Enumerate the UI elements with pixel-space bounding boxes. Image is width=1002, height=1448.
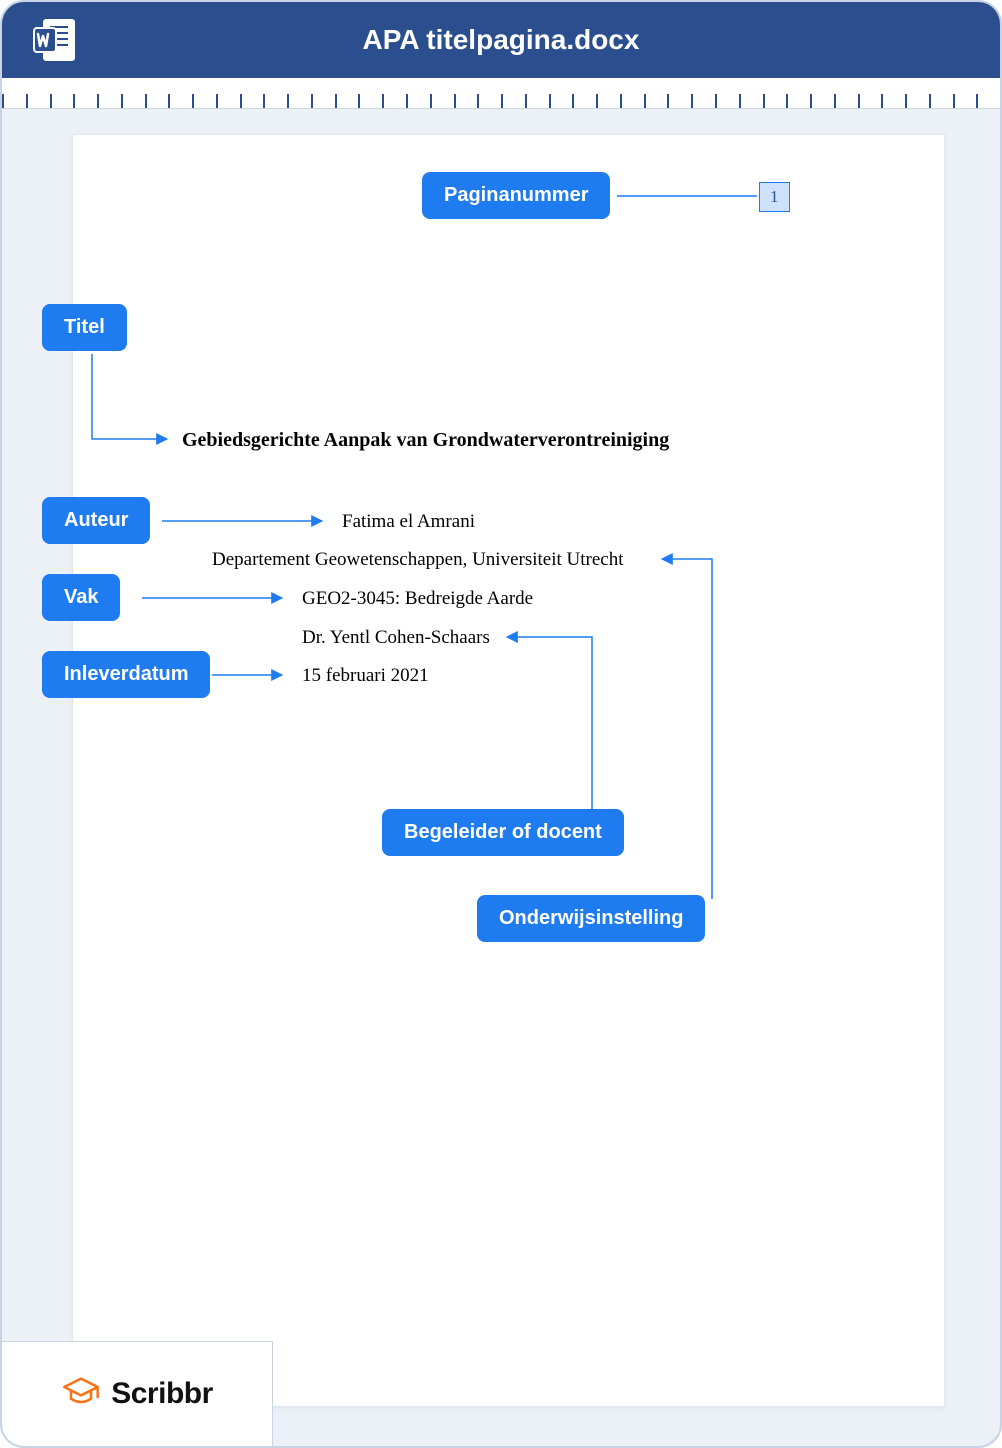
tag-page-number: Paginanummer: [422, 172, 610, 219]
document-page: [72, 134, 945, 1407]
document-title-text: Gebiedsgerichte Aanpak van Grondwaterver…: [182, 429, 669, 452]
title-bar: APA titelpagina.docx: [2, 2, 1000, 78]
tag-author: Auteur: [42, 497, 150, 544]
ruler: // ticks rendered below via repeated mar…: [2, 78, 1000, 109]
tag-institution: Onderwijsinstelling: [477, 895, 705, 942]
scribbr-cap-icon: [61, 1372, 101, 1417]
tag-supervisor: Begeleider of docent: [382, 809, 624, 856]
document-author-text: Fatima el Amrani: [342, 511, 475, 533]
document-due-date-text: 15 februari 2021: [302, 665, 429, 687]
document-supervisor-text: Dr. Yentl Cohen-Schaars: [302, 627, 490, 649]
document-canvas: Paginanummer Titel Auteur Vak Inleverdat…: [2, 109, 1000, 1447]
document-title: APA titelpagina.docx: [30, 24, 972, 56]
document-course-text: GEO2-3045: Bedreigde Aarde: [302, 588, 533, 610]
brand-name: Scribbr: [111, 1377, 213, 1411]
tag-due-date: Inleverdatum: [42, 651, 210, 698]
page-number-value: 1: [759, 182, 790, 212]
app-frame: APA titelpagina.docx // ticks rendered b…: [0, 0, 1002, 1448]
tag-course: Vak: [42, 574, 120, 621]
tag-title: Titel: [42, 304, 127, 351]
brand-badge: Scribbr: [2, 1341, 273, 1446]
document-institution-text: Departement Geowetenschappen, Universite…: [212, 549, 624, 571]
